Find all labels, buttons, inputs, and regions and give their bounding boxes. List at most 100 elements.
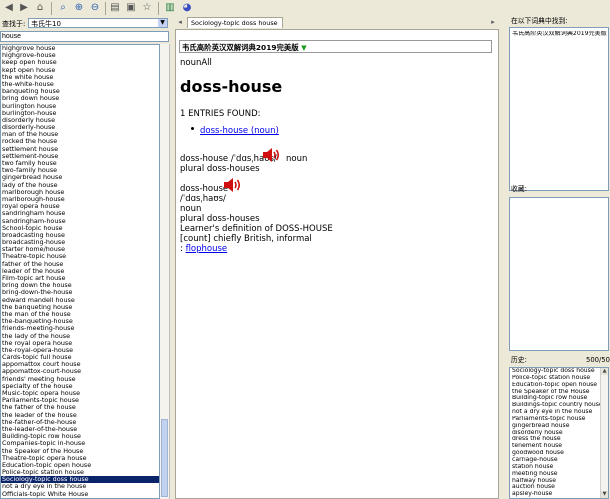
home-icon[interactable]: ⌂ [33, 1, 47, 15]
zoom-out-icon[interactable]: ⊖ [88, 1, 102, 15]
list-item[interactable]: the-royal-opera-house [1, 347, 159, 354]
list-item[interactable]: the-father-of-the-house [1, 419, 159, 426]
list-item[interactable]: the banqueting house [1, 304, 159, 311]
list-item[interactable]: kept open house [1, 67, 159, 74]
list-item[interactable]: friends' meeting house [1, 376, 159, 383]
word-list[interactable]: highgrove house highgrove-house keep open … [0, 44, 160, 499]
list-item[interactable]: auction house [510, 484, 608, 491]
list-item[interactable]: goodwood house [510, 450, 608, 457]
tab-scroll-left-icon[interactable]: ◂ [176, 18, 184, 27]
history-scrollbar[interactable]: ▲ ▼ [600, 368, 608, 498]
list-item[interactable]: not a dry eye in the house [510, 409, 608, 416]
list-item[interactable]: the man of the house [1, 311, 159, 318]
history-list[interactable]: Sociology-topic doss house Police-topic s… [509, 367, 609, 499]
list-item[interactable]: the father of the house [1, 404, 159, 411]
list-item[interactable]: Education-topic open house [510, 382, 608, 389]
forward-icon[interactable]: ▶ [17, 1, 31, 15]
dropdown-triangle-icon[interactable]: ▼ [301, 44, 306, 52]
list-item[interactable]: Building-topic row house [1, 433, 159, 440]
list-item[interactable]: tenement house [510, 443, 608, 450]
list-item[interactable]: settlement house [1, 146, 159, 153]
list-item[interactable]: edward mandell house [1, 297, 159, 304]
chevron-down-icon[interactable]: ▼ [158, 19, 167, 27]
list-item[interactable]: royal opera house [1, 203, 159, 210]
list-item[interactable]: Sociology-topic doss house [510, 368, 608, 375]
dictionary-header[interactable]: 韦氏高阶英汉双解词典2019完美版 ▼ [179, 40, 492, 53]
list-item[interactable]: appomattox-court-house [1, 368, 159, 375]
list-item[interactable]: bring down house [1, 95, 159, 102]
list-item[interactable]: Building-topic row house [510, 395, 608, 402]
list-item[interactable]: disorderly-house [1, 124, 159, 131]
list-item[interactable]: the Speaker of the House [510, 389, 608, 396]
scroll-down-icon[interactable]: ▼ [601, 491, 608, 498]
list-item[interactable]: apsley-house [510, 491, 608, 498]
list-item[interactable]: lady of the house [1, 182, 159, 189]
save-icon[interactable]: ▣ [124, 1, 138, 15]
list-item[interactable]: Buildings-topic country house [510, 402, 608, 409]
found-in-list[interactable]: 韦氏高阶英汉双解词典2019完美版 [509, 27, 609, 191]
list-item[interactable]: station house [510, 464, 608, 471]
list-item[interactable]: the Speaker of the House [1, 448, 159, 455]
list-item[interactable]: Parliaments-topic house [510, 416, 608, 423]
list-item[interactable]: Education-topic open house [1, 462, 159, 469]
scrollbar-thumb[interactable] [161, 419, 168, 497]
list-item[interactable]: Theatre-topic house [1, 253, 159, 260]
word-list-scrollbar[interactable] [160, 44, 170, 499]
list-item[interactable]: not a dry eye in the house [1, 483, 159, 490]
list-item[interactable]: two-family house [1, 167, 159, 174]
dictionary-select[interactable]: 韦氏牛10 ▼ [28, 18, 168, 28]
list-item[interactable]: the white house [1, 74, 159, 81]
list-item[interactable]: Officials-topic White House [1, 491, 159, 498]
list-item[interactable]: appomattox court house [1, 361, 159, 368]
list-item[interactable]: Music-topic opera house [1, 390, 159, 397]
dictionary-icon[interactable]: ▥ [163, 1, 177, 15]
globe-icon[interactable]: ◕ [180, 1, 194, 15]
list-item[interactable]: settlement-house [1, 153, 159, 160]
list-item[interactable]: the-banqueting-house [1, 318, 159, 325]
tab-sociology-doss-house[interactable]: Sociology-topic doss house [187, 17, 283, 28]
list-item[interactable]: keep open house [1, 59, 159, 66]
list-item[interactable]: friends-meeting-house [1, 325, 159, 332]
zoom-in-icon[interactable]: ⊕ [72, 1, 86, 15]
list-item[interactable]: Theatre-topic opera house [1, 455, 159, 462]
list-item[interactable]: Companies-topic in-house [1, 440, 159, 447]
list-item[interactable]: highgrove house [1, 45, 159, 52]
speaker-icon[interactable] [223, 176, 243, 194]
list-item[interactable]: carriage-house [510, 457, 608, 464]
list-item[interactable]: burlington-house [1, 110, 159, 117]
search-icon[interactable]: ⌕ [56, 1, 70, 15]
list-item[interactable]: School-topic house [1, 225, 159, 232]
back-icon[interactable]: ◀ [2, 1, 16, 15]
list-item[interactable]: halfway house [510, 478, 608, 485]
list-item[interactable]: marlborough-house [1, 196, 159, 203]
list-item[interactable]: 韦氏高阶英汉双解词典2019完美版 [510, 31, 608, 38]
list-item[interactable]: bring-down-the-house [1, 289, 159, 296]
list-item[interactable]: the royal opera house [1, 340, 159, 347]
list-item[interactable]: sandringham house [1, 210, 159, 217]
list-item[interactable]: burlington house [1, 103, 159, 110]
entry-link[interactable]: doss-house (noun) [200, 126, 279, 136]
list-item[interactable]: Cards-topic full house [1, 354, 159, 361]
list-item[interactable]: Police-topic station house [1, 469, 159, 476]
right-splitter[interactable] [499, 17, 508, 499]
scroll-up-icon[interactable]: ▲ [601, 368, 608, 375]
list-item[interactable]: bring down the house [1, 282, 159, 289]
list-item[interactable]: Parliaments-topic house [1, 397, 159, 404]
list-item[interactable]: dress the house [510, 436, 608, 443]
list-item[interactable]: gingerbread house [510, 423, 608, 430]
list-item[interactable]: the lady of the house [1, 333, 159, 340]
list-item[interactable]: sandringham-house [1, 218, 159, 225]
list-item[interactable]: leader of the house [1, 268, 159, 275]
favorites-list[interactable] [509, 197, 609, 351]
list-item[interactable]: Film-topic art house [1, 275, 159, 282]
search-input[interactable] [0, 31, 169, 42]
list-item[interactable]: highgrove-house [1, 52, 159, 59]
favorite-icon[interactable]: ☆ [140, 1, 154, 15]
list-item[interactable]: the leader of the house [1, 412, 159, 419]
list-item[interactable]: man of the house [1, 131, 159, 138]
list-item[interactable]: marlborough house [1, 189, 159, 196]
print-icon[interactable]: ▤ [108, 1, 122, 15]
list-item[interactable]: broadcasting-house [1, 239, 159, 246]
speaker-icon[interactable] [262, 146, 282, 164]
list-item[interactable]: two family house [1, 160, 159, 167]
